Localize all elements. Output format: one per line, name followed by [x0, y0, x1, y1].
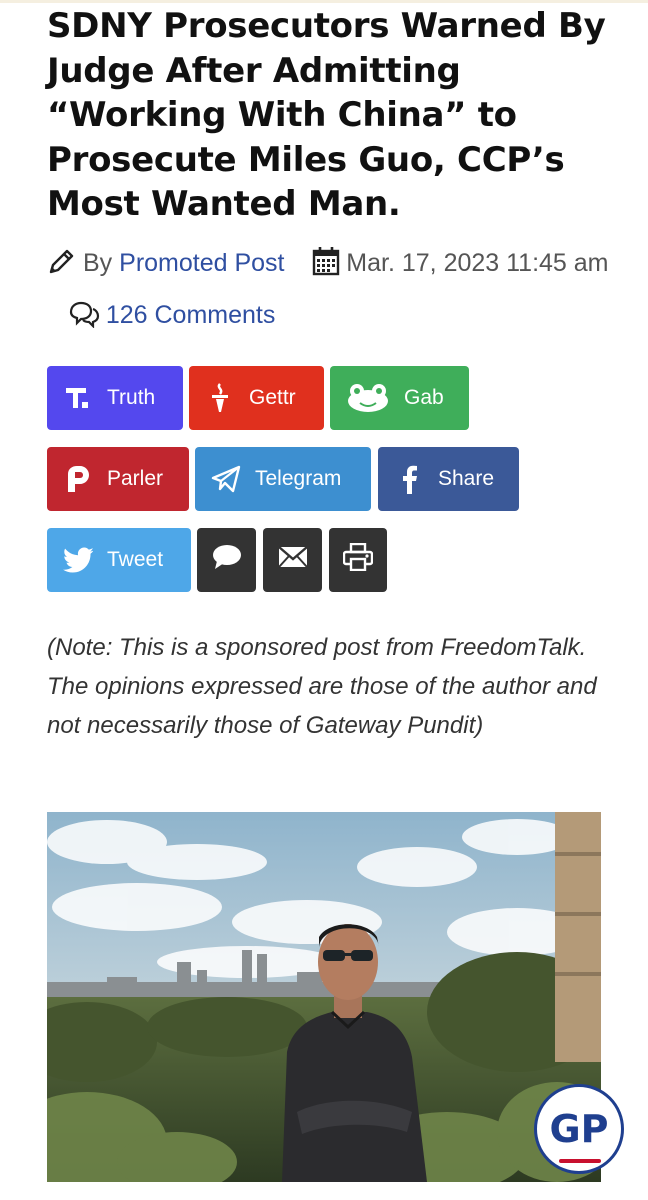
print-button[interactable] — [329, 528, 387, 592]
parler-share-button[interactable]: Parler — [47, 447, 189, 511]
sponsored-note: (Note: This is a sponsored post from Fre… — [47, 634, 597, 739]
telegram-label: Telegram — [255, 467, 342, 490]
truth-share-button[interactable]: Truth — [47, 366, 183, 430]
truth-label: Truth — [107, 386, 156, 409]
article-meta: By Promoted Post Mar. 17, 2023 11:45 am … — [47, 240, 617, 344]
print-icon — [342, 542, 374, 577]
article-title: SDNY Prosecutors Warned By Judge After A… — [47, 6, 606, 224]
parler-icon — [63, 464, 93, 494]
comments-link[interactable]: 126 Comments — [106, 301, 276, 329]
by-label: By — [83, 249, 113, 277]
email-button[interactable] — [263, 528, 322, 592]
telegram-icon — [211, 464, 241, 494]
gab-icon — [346, 383, 390, 413]
email-icon — [277, 546, 308, 574]
facebook-label: Share — [438, 467, 495, 490]
gettr-share-button[interactable]: Gettr — [189, 366, 324, 430]
parler-label: Parler — [107, 467, 164, 490]
gettr-label: Gettr — [249, 386, 296, 409]
tweet-label: Tweet — [107, 548, 164, 571]
calendar-icon — [312, 245, 340, 292]
gp-logo-badge[interactable]: GP — [534, 1084, 624, 1174]
top-border — [0, 0, 648, 3]
comment-button[interactable] — [197, 528, 256, 592]
post-date: Mar. 17, 2023 11:45 am — [346, 249, 609, 277]
pencil-icon — [47, 245, 77, 292]
article-photo — [47, 812, 601, 1182]
tweet-share-button[interactable]: Tweet — [47, 528, 191, 592]
gab-label: Gab — [404, 386, 444, 409]
twitter-icon — [63, 545, 93, 575]
gettr-icon — [205, 383, 235, 413]
telegram-share-button[interactable]: Telegram — [195, 447, 371, 511]
comments-icon — [68, 297, 100, 344]
comment-icon — [211, 543, 243, 577]
facebook-share-button[interactable]: Share — [378, 447, 519, 511]
gab-share-button[interactable]: Gab — [330, 366, 469, 430]
facebook-icon — [394, 464, 424, 494]
truth-icon — [63, 383, 93, 413]
author-link[interactable]: Promoted Post — [119, 249, 284, 277]
